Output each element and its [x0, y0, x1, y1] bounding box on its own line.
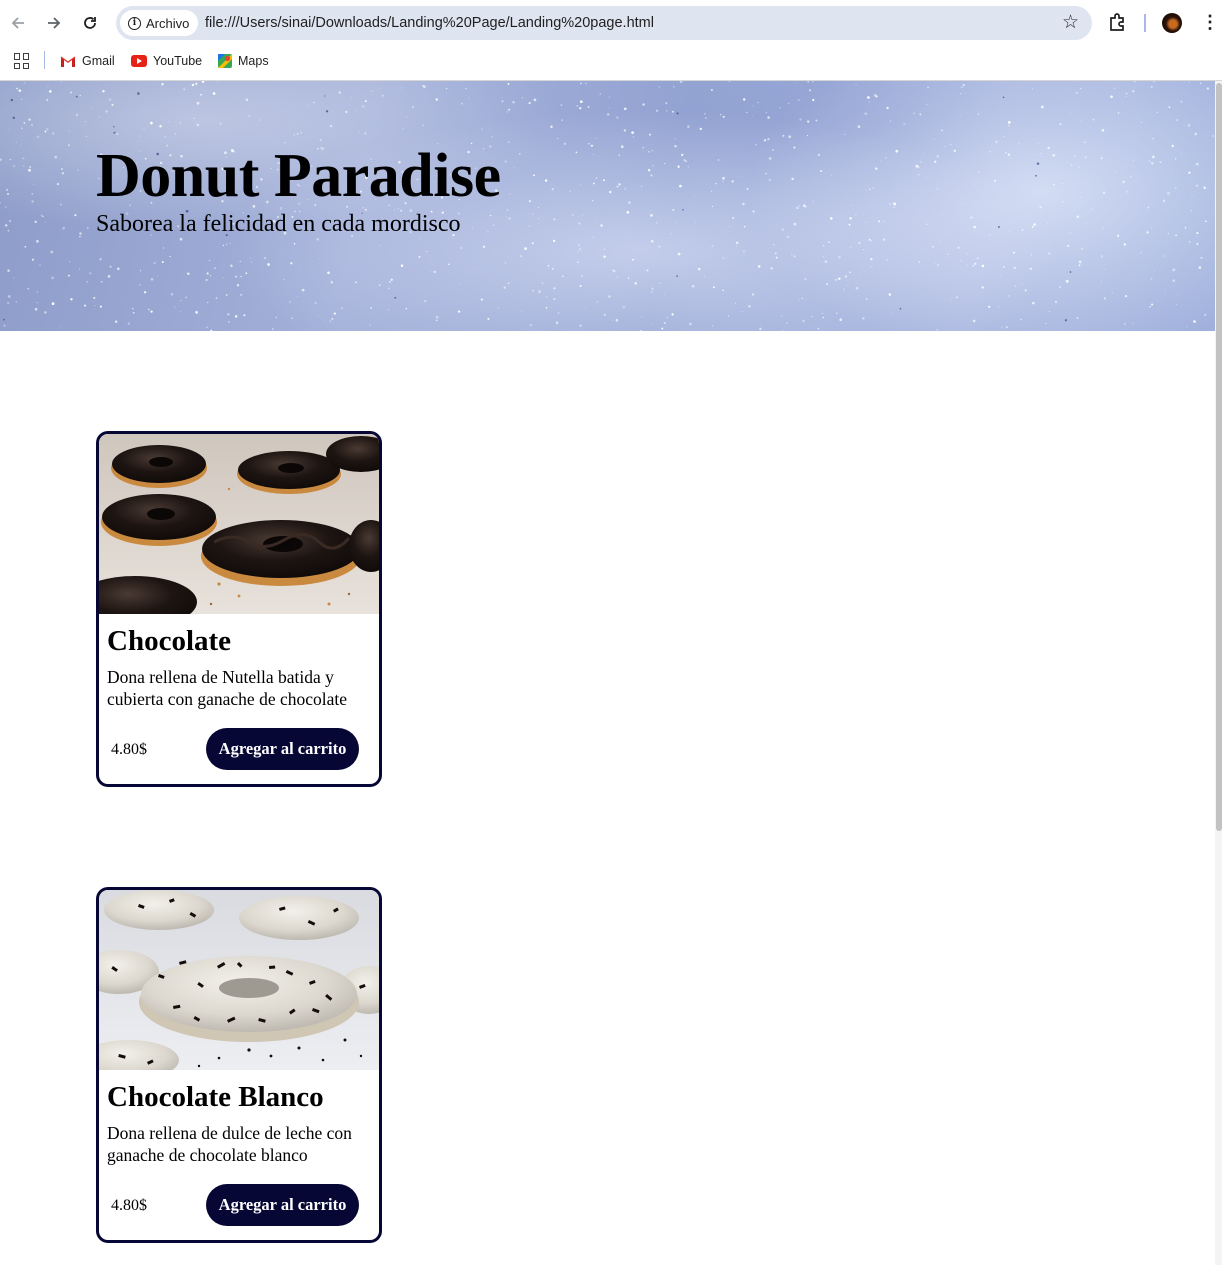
page-scrollbar[interactable]	[1215, 81, 1222, 1265]
url-text[interactable]: file:///Users/sinai/Downloads/Landing%20…	[205, 6, 654, 40]
product-name: Chocolate	[107, 625, 232, 657]
bookmark-youtube[interactable]: YouTube	[131, 50, 202, 72]
forward-arrow-icon[interactable]	[41, 10, 67, 36]
bookmark-star-icon[interactable]: ☆	[1062, 11, 1079, 35]
site-info-label: Archivo	[146, 15, 190, 31]
white-chocolate-donut-image	[99, 890, 379, 1070]
profile-avatar[interactable]	[1162, 13, 1182, 33]
bookmark-label: Gmail	[82, 54, 115, 68]
gmail-icon	[60, 55, 76, 67]
product-price: 4.80$	[111, 741, 147, 758]
more-menu-icon[interactable]: ⋮	[1201, 11, 1219, 35]
youtube-icon	[131, 55, 147, 67]
bookmark-label: Maps	[238, 54, 269, 68]
back-arrow-icon[interactable]	[5, 10, 31, 36]
product-card: Chocolate Dona rellena de Nutella batida…	[96, 431, 382, 787]
site-info-chip[interactable]: i Archivo	[120, 10, 199, 36]
hero-subtitle: Saborea la felicidad en cada mordisco	[96, 211, 461, 237]
bookmarks-bar: Gmail YouTube Maps	[0, 46, 1222, 81]
toolbar-divider	[1144, 14, 1146, 32]
add-to-cart-button[interactable]: Agregar al carrito	[206, 728, 359, 770]
bookmarks-divider	[44, 51, 45, 69]
hero-title: Donut Paradise	[96, 142, 501, 210]
info-icon: i	[128, 16, 141, 30]
bookmark-label: YouTube	[153, 54, 203, 68]
hero-banner: Donut Paradise Saborea la felicidad en c…	[0, 81, 1215, 331]
scrollbar-thumb[interactable]	[1216, 83, 1222, 831]
extensions-puzzle-icon[interactable]	[1107, 11, 1129, 33]
add-to-cart-button[interactable]: Agregar al carrito	[206, 1184, 359, 1226]
bookmark-maps[interactable]: Maps	[218, 50, 269, 72]
maps-icon	[218, 54, 232, 68]
apps-grid-icon[interactable]	[14, 53, 30, 69]
product-price: 4.80$	[111, 1197, 147, 1214]
reload-icon[interactable]	[77, 10, 103, 36]
page-viewport: Donut Paradise Saborea la felicidad en c…	[0, 81, 1222, 1265]
browser-toolbar: i Archivo file:///Users/sinai/Downloads/…	[0, 0, 1222, 46]
product-description: Dona rellena de dulce de leche con ganac…	[107, 1123, 352, 1165]
bookmark-gmail[interactable]: Gmail	[60, 50, 115, 72]
chocolate-donut-image	[99, 434, 379, 614]
product-card: Chocolate Blanco Dona rellena de dulce d…	[96, 887, 382, 1243]
address-bar[interactable]: i Archivo file:///Users/sinai/Downloads/…	[116, 6, 1092, 40]
product-name: Chocolate Blanco	[107, 1081, 324, 1113]
product-description: Dona rellena de Nutella batida y cubiert…	[107, 667, 348, 709]
